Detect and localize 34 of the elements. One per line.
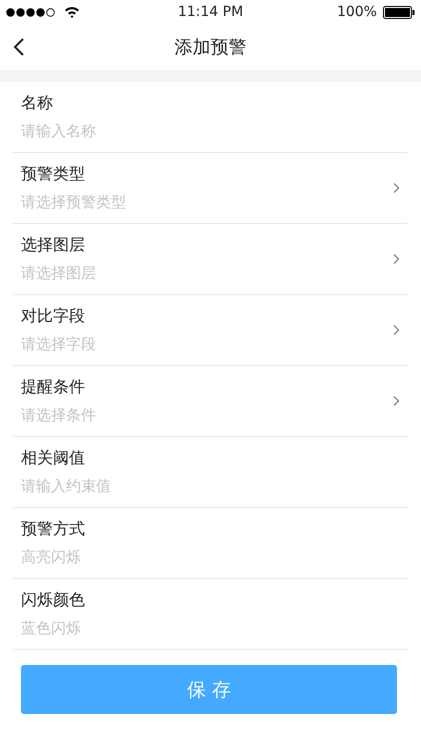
field-hint: 请选择预警类型 xyxy=(21,193,126,212)
field-label: 选择图层 xyxy=(21,235,86,256)
chevron-right-icon xyxy=(392,253,400,265)
form-row[interactable]: 名称 请输入名称 xyxy=(13,82,408,153)
chevron-right-icon xyxy=(392,324,400,336)
form-row[interactable]: 相关阈值 请输入约束值 xyxy=(13,437,408,508)
wifi-icon xyxy=(64,6,80,18)
status-time: 11:14 PM xyxy=(178,4,244,20)
page-title: 添加预警 xyxy=(174,36,246,59)
form-row[interactable]: 闪烁颜色 蓝色闪烁 xyxy=(13,579,408,650)
form-row[interactable]: 预警类型 请选择预警类型 xyxy=(13,153,408,224)
field-label: 预警类型 xyxy=(21,164,86,185)
battery-icon xyxy=(382,6,415,18)
battery-percent: 100% xyxy=(336,4,377,20)
form-row[interactable]: 提醒条件 请选择条件 xyxy=(13,366,408,437)
field-hint: 高亮闪烁 xyxy=(21,548,82,567)
field-label: 闪烁颜色 xyxy=(21,590,85,611)
field-label: 相关阈值 xyxy=(21,448,86,469)
chevron-right-icon xyxy=(392,395,400,407)
field-hint: 请选择图层 xyxy=(21,264,96,283)
field-hint: 蓝色闪烁 xyxy=(21,619,82,638)
field-hint: 请选择字段 xyxy=(21,335,96,354)
field-label: 名称 xyxy=(21,93,54,114)
form-row[interactable]: 选择图层 请选择图层 xyxy=(13,224,408,295)
form-row[interactable]: 预警方式 高亮闪烁 xyxy=(13,508,408,579)
field-label: 预警方式 xyxy=(21,519,85,540)
field-hint: 请输入名称 xyxy=(21,122,96,141)
field-label: 提醒条件 xyxy=(21,377,86,398)
back-icon[interactable] xyxy=(12,37,26,57)
field-label: 对比字段 xyxy=(21,306,86,327)
form-row[interactable]: 对比字段 请选择字段 xyxy=(13,295,408,366)
field-hint: 请输入约束值 xyxy=(21,477,111,496)
field-hint: 请选择条件 xyxy=(21,406,96,425)
chevron-right-icon xyxy=(392,182,400,194)
